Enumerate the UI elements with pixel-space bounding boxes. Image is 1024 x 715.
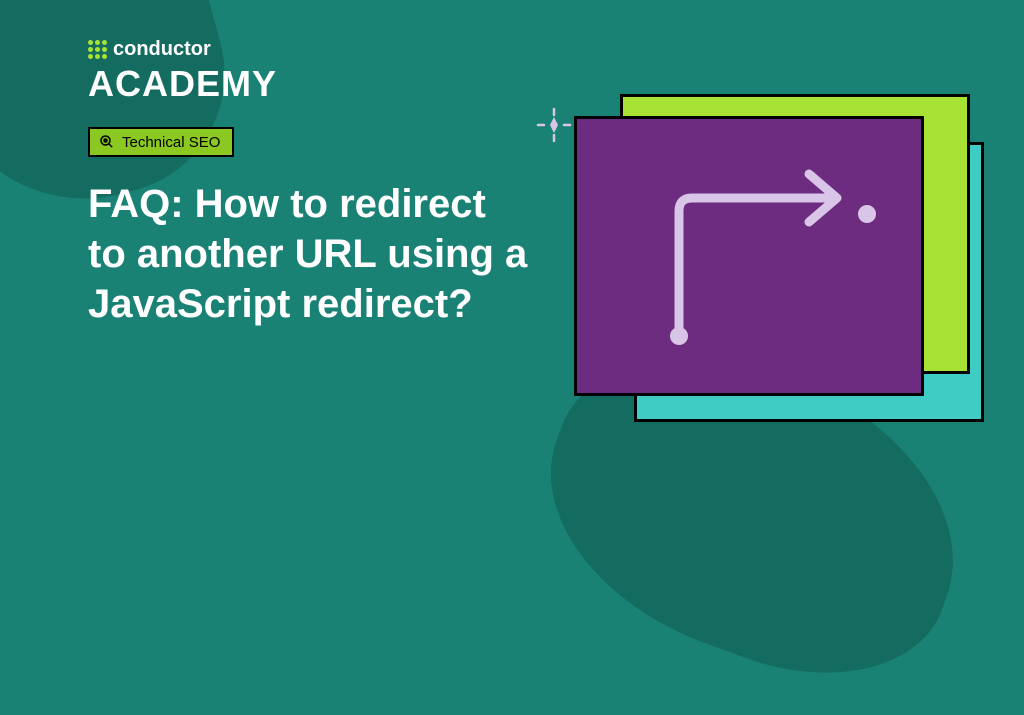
content-area: conductor ACADEMY Technical SEO FAQ: How…	[88, 38, 528, 329]
page-title: FAQ: How to redirect to another URL usin…	[88, 179, 528, 329]
sparkle-icon	[534, 105, 574, 145]
card-front-purple	[574, 116, 924, 396]
gear-search-icon	[98, 133, 116, 151]
logo: conductor	[88, 38, 528, 61]
card-stack-illustration	[574, 80, 974, 420]
brand-name: conductor	[113, 38, 211, 61]
logo-dots-icon	[88, 40, 107, 59]
tag-label: Technical SEO	[122, 134, 220, 151]
subbrand-name: ACADEMY	[88, 63, 528, 105]
redirect-arrow-icon	[609, 156, 889, 356]
category-tag: Technical SEO	[88, 127, 234, 157]
